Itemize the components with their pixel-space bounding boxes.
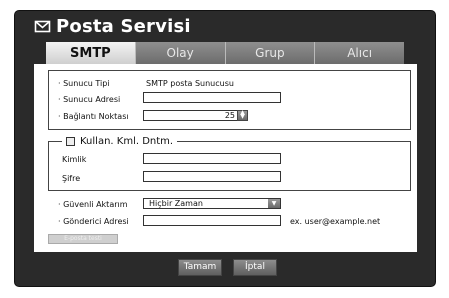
tab-olay[interactable]: Olay — [135, 42, 226, 64]
tab-bar: SMTP Olay Grup Alıcı — [46, 42, 404, 64]
port-stepper[interactable]: ▲ ▼ — [237, 110, 248, 121]
port-label: · Bağlantı Noktası — [58, 112, 129, 121]
test-email-button[interactable]: E-posta testi — [48, 234, 118, 244]
sender-input[interactable] — [143, 215, 281, 226]
chevron-down-icon[interactable]: ▼ — [268, 199, 280, 208]
password-label: Şifre — [62, 174, 81, 183]
window-title: Posta Servisi — [56, 15, 191, 37]
id-label: Kimlik — [62, 155, 87, 164]
tab-grup[interactable]: Grup — [225, 42, 316, 64]
id-input[interactable] — [143, 153, 281, 164]
security-selected-value: Hiçbir Zaman — [149, 199, 203, 208]
security-label: · Güvenli Aktarım — [58, 200, 128, 209]
port-input[interactable]: 25 — [143, 110, 238, 121]
auth-legend: Kullan. Kml. Dntm. — [62, 136, 178, 147]
server-type-value: SMTP posta Sunucusu — [146, 79, 234, 88]
ok-button[interactable]: Tamam — [178, 259, 222, 276]
sender-label: · Gönderici Adresi — [58, 217, 129, 226]
mail-icon — [34, 20, 51, 32]
auth-checkbox-label: Kullan. Kml. Dntm. — [80, 136, 174, 147]
cancel-button[interactable]: İptal — [233, 259, 277, 276]
tab-alici[interactable]: Alıcı — [315, 42, 404, 64]
server-type-label: · Sunucu Tipi — [58, 79, 110, 88]
tab-smtp[interactable]: SMTP — [46, 42, 136, 64]
auth-group — [48, 141, 411, 191]
server-address-input[interactable] — [143, 92, 281, 103]
auth-checkbox[interactable] — [66, 137, 75, 146]
sender-hint: ex. user@example.net — [290, 217, 381, 226]
title-bar: Posta Servisi — [34, 14, 191, 38]
security-dropdown[interactable]: Hiçbir Zaman ▼ — [143, 198, 281, 209]
server-address-label: · Sunucu Adresi — [58, 95, 121, 104]
password-input[interactable] — [143, 171, 281, 182]
